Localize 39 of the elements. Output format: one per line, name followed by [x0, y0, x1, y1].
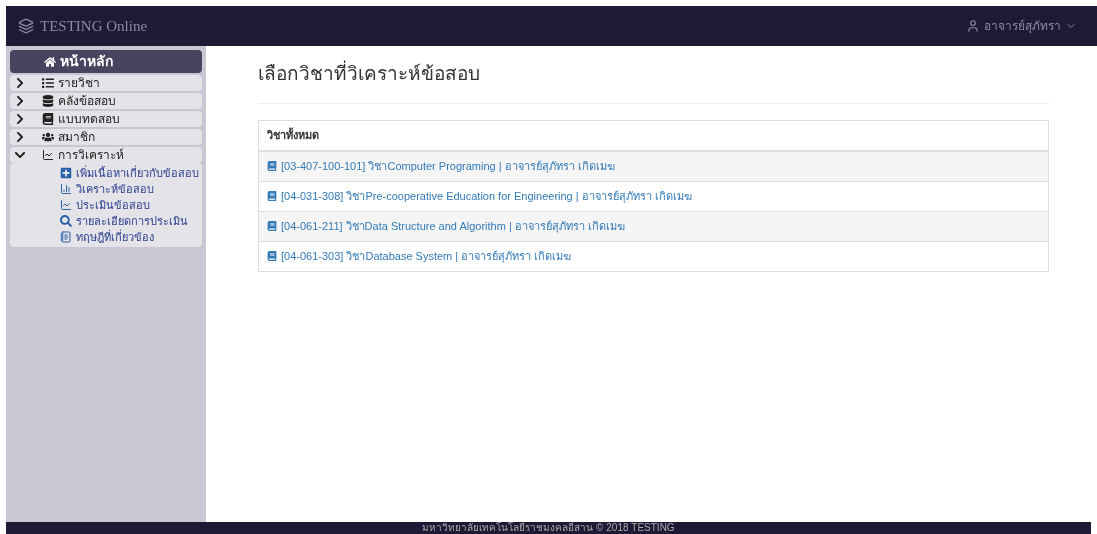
sidebar-item[interactable]: หน้าหลัก	[10, 50, 202, 73]
sidebar-item[interactable]: คลังข้อสอบ	[10, 93, 202, 109]
search-icon	[60, 215, 72, 227]
line-chart-icon	[42, 149, 54, 161]
user-icon	[966, 19, 980, 33]
bar-chart-icon	[60, 183, 72, 195]
layers-icon	[18, 18, 34, 34]
page-title: เลือกวิชาที่วิเคราะห์ข้อสอบ	[258, 60, 1049, 104]
book-icon	[267, 221, 277, 231]
chevron-right-icon	[14, 131, 26, 143]
sidebar-item[interactable]: การวิเคราะห์	[10, 147, 202, 163]
sidebar-item[interactable]: สมาชิก	[10, 129, 202, 145]
sidebar-item[interactable]: แบบทดสอบ	[10, 111, 202, 127]
users-icon	[42, 131, 54, 143]
book-icon	[267, 191, 277, 201]
home-icon	[44, 55, 56, 68]
book-icon	[42, 113, 54, 125]
user-menu[interactable]: อาจารย์สุภัทรา	[966, 17, 1085, 35]
document-icon	[60, 231, 72, 243]
chevron-right-icon	[14, 77, 26, 89]
submenu-item[interactable]: ประเมินข้อสอบ	[60, 197, 202, 213]
submenu-item[interactable]: เพิ่มเนื้อหาเกี่ยวกับข้อสอบ	[60, 165, 202, 181]
chevron-right-icon	[14, 95, 26, 107]
chevron-right-icon	[14, 113, 26, 125]
brand-title[interactable]: TESTING Online	[40, 14, 148, 38]
book-icon	[267, 251, 277, 261]
list-icon	[42, 77, 54, 89]
submenu-item[interactable]: ทฤษฎีที่เกี่ยวข้อง	[60, 229, 202, 245]
submenu-item[interactable]: รายละเอียดการประเมิน	[60, 213, 202, 229]
subject-link[interactable]: [04-031-308] วิชาPre-cooperative Education for Engineering | อาจารย์สุภัทรา เกิดเมฆ	[267, 187, 692, 205]
line-chart-icon	[60, 199, 72, 211]
subject-link[interactable]: [04-061-303] วิชาDatabase System | อาจารย์สุภัทรา เกิดเมฆ	[267, 247, 572, 265]
database-icon	[42, 95, 54, 107]
submenu-item[interactable]: วิเคราะห์ข้อสอบ	[60, 181, 202, 197]
panel-heading: วิชาทั้งหมด	[259, 120, 1048, 151]
footer-text: มหาวิทยาลัยเทคโนโลยีราชมงคลอีสาน © 2018 TESTING	[422, 522, 675, 534]
book-icon	[267, 161, 277, 171]
chevron-down-icon	[14, 149, 26, 161]
sidebar-item[interactable]: รายวิชา	[10, 75, 202, 91]
